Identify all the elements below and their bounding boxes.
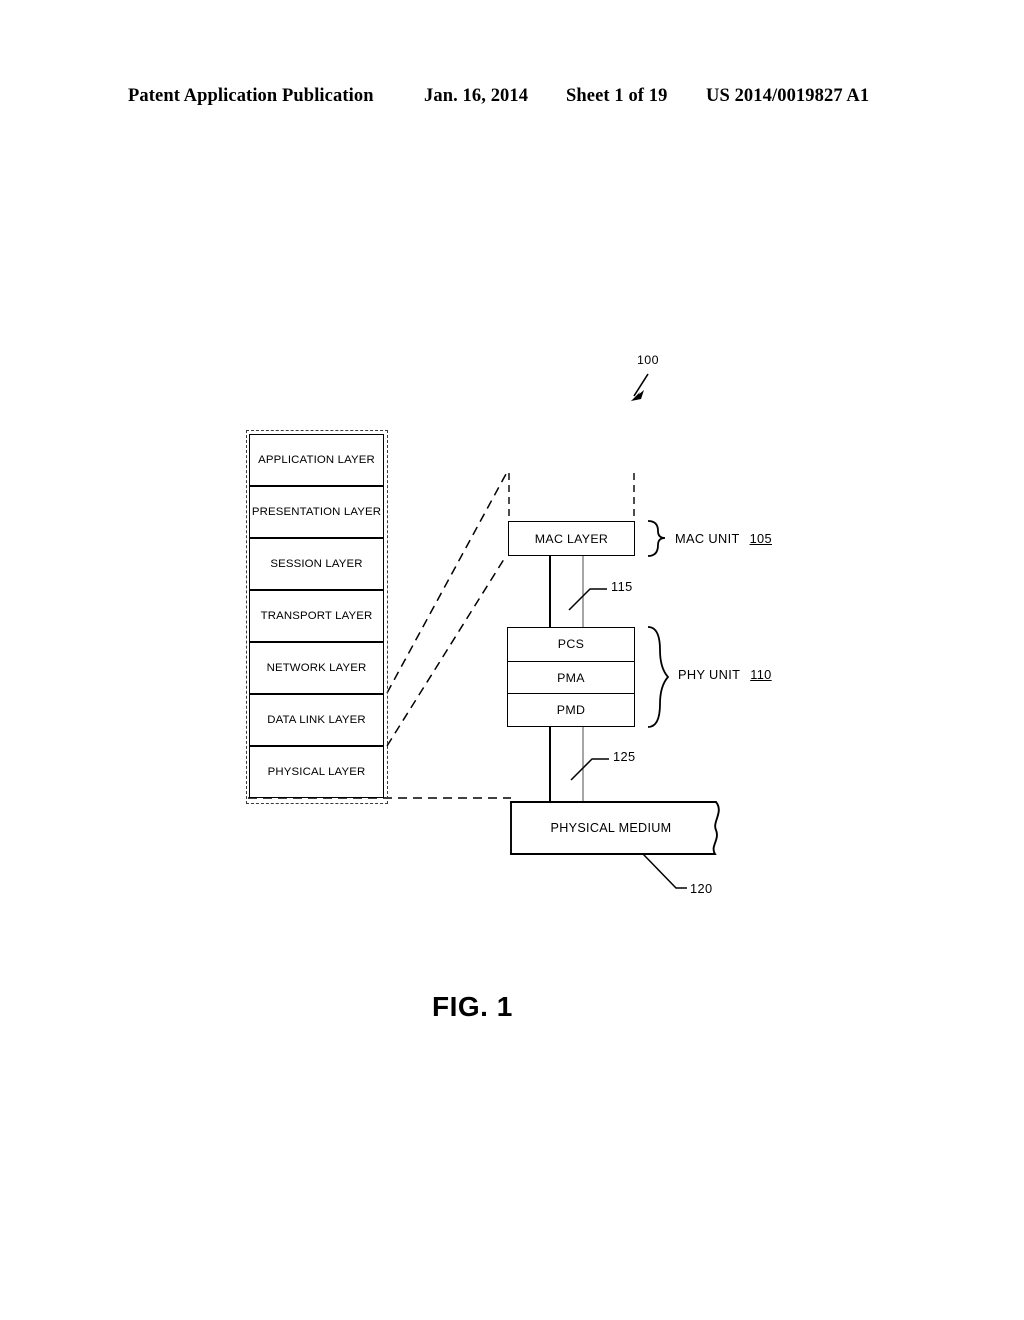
physical-medium-block-label: PHYSICAL MEDIUM [511,802,711,854]
osi-layer-session: SESSION LAYER [249,538,384,590]
phy-sublayer-label: PMD [556,703,586,718]
phy-sublayer-pmd: PMD [508,693,634,726]
phy-unit-block: PCS PMA PMD [507,627,635,727]
reference-numeral-115: 115 [611,579,633,594]
osi-layer-label: DATA LINK LAYER [267,714,366,726]
osi-layer-application: APPLICATION LAYER [249,434,384,486]
phy-unit-label: PHY UNIT 110 [678,667,772,682]
osi-layer-label: NETWORK LAYER [266,662,367,674]
figure-caption: FIG. 1 [432,991,513,1022]
osi-layer-data-link: DATA LINK LAYER [249,694,384,746]
reference-numeral-120: 120 [690,881,713,896]
figure-diagram: APPLICATION LAYER PRESENTATION LAYER SES… [0,0,1024,1320]
osi-layer-network: NETWORK LAYER [249,642,384,694]
osi-layer-label: PHYSICAL LAYER [267,766,366,778]
osi-layer-physical: PHYSICAL LAYER [249,746,384,798]
phy-unit-label-text: PHY UNIT [678,667,741,682]
osi-layer-label: TRANSPORT LAYER [260,610,373,622]
osi-to-mac-dashed-connectors [386,473,507,747]
reference-numeral-100: 100 [637,353,659,367]
medium-reference-leader [642,853,687,889]
mac-phy-interface-lines [549,556,607,627]
system-reference-arrow [630,373,649,402]
physical-medium-label-text: PHYSICAL MEDIUM [550,821,672,835]
reference-numeral-125: 125 [613,749,636,764]
mac-unit-reference: 105 [749,531,772,546]
mac-layer-block: MAC LAYER [508,521,635,556]
phy-medium-interface-lines [549,727,609,802]
phy-sublayer-label: PCS [557,637,585,652]
phy-sublayer-pcs: PCS [508,628,634,661]
osi-layer-stack: APPLICATION LAYER PRESENTATION LAYER SES… [249,434,384,798]
osi-layer-label: SESSION LAYER [270,558,363,570]
mac-unit-label: MAC UNIT 105 [675,531,772,546]
osi-layer-presentation: PRESENTATION LAYER [249,486,384,538]
phy-sublayer-pma: PMA [508,660,634,694]
osi-layer-transport: TRANSPORT LAYER [249,590,384,642]
mac-boundary-dashes [508,473,635,521]
phy-unit-brace [647,626,670,728]
mac-unit-brace [647,520,666,557]
osi-layer-label: PRESENTATION LAYER [251,506,382,518]
mac-layer-label: MAC LAYER [534,531,609,546]
mac-unit-label-text: MAC UNIT [675,531,740,546]
phy-sublayer-label: PMA [557,670,585,685]
osi-layer-label: APPLICATION LAYER [258,454,375,466]
phy-unit-reference: 110 [750,667,772,682]
